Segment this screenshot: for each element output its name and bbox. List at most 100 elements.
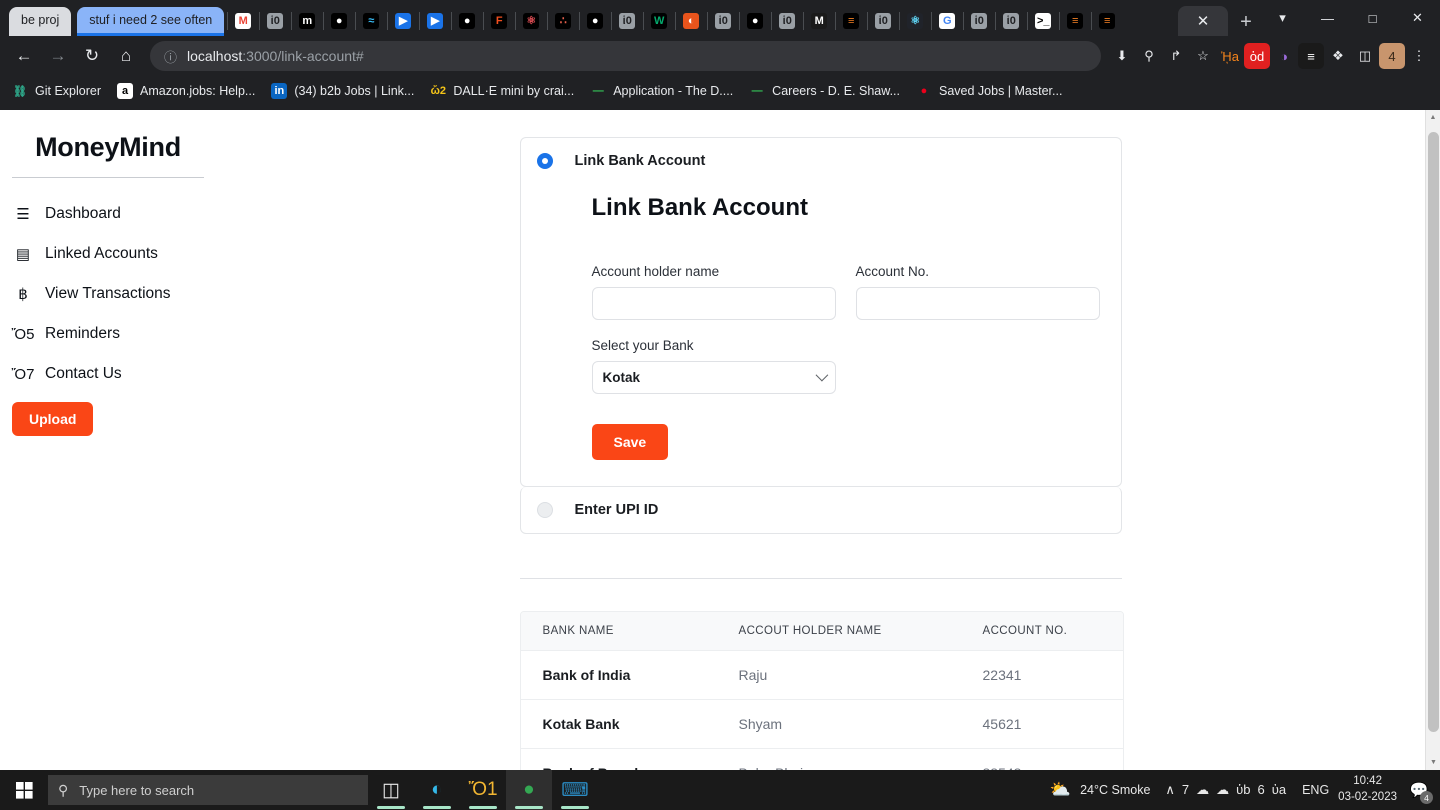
bookmark-item[interactable]: a Amazon.jobs: Help...	[117, 83, 255, 99]
honey-extension-icon[interactable]: ὁd	[1244, 43, 1270, 69]
tab-search-chevron-icon[interactable]: ▾	[1260, 2, 1305, 34]
browser-tab[interactable]: ●	[323, 6, 355, 36]
vscode-icon[interactable]: ⌨	[552, 770, 598, 810]
sidebar-item-label: Linked Accounts	[45, 245, 158, 263]
browser-tab[interactable]: ▶	[387, 6, 419, 36]
browser-tab[interactable]: ⚛	[515, 6, 547, 36]
grammar-extension-icon[interactable]: ◑	[1271, 43, 1297, 69]
home-button[interactable]: ⌂	[110, 40, 142, 72]
browser-tab[interactable]: ▶	[419, 6, 451, 36]
browser-tab[interactable]: m	[291, 6, 323, 36]
bookmark-item[interactable]: in (34) b2b Jobs | Link...	[271, 83, 414, 99]
reload-button[interactable]: ↻	[76, 40, 108, 72]
browser-tab[interactable]: ∴	[547, 6, 579, 36]
cloud-sync-icon[interactable]: ☁	[1216, 782, 1229, 798]
browser-tab[interactable]: ἱ0	[867, 6, 899, 36]
browser-tab[interactable]: ≡	[1059, 6, 1091, 36]
browser-tab[interactable]: ●	[451, 6, 483, 36]
bookmark-item[interactable]: ὤ2 DALL·E mini by crai...	[430, 83, 574, 99]
window-close-button[interactable]: ✕	[1395, 2, 1440, 34]
volume-icon[interactable]: ὐa	[1272, 782, 1286, 797]
reader-extension-icon[interactable]: ≡	[1298, 43, 1324, 69]
radio-link-bank-account[interactable]	[537, 153, 553, 169]
browser-tab[interactable]: ≈	[355, 6, 387, 36]
upi-accordion-header[interactable]: Enter UPI ID	[521, 487, 1121, 533]
browser-tab[interactable]: ἱ0	[963, 6, 995, 36]
battery-icon[interactable]: ὐb	[1236, 782, 1250, 797]
browser-tab[interactable]: ἱ0	[771, 6, 803, 36]
chrome-icon[interactable]: ●	[506, 770, 552, 810]
taskbar-search[interactable]: ⚲ Type here to search	[48, 775, 368, 805]
browser-tab[interactable]: ●	[739, 6, 771, 36]
gmail-icon: M	[235, 13, 251, 29]
address-bar[interactable]: ⓘ localhost:3000/link-account#	[150, 41, 1101, 71]
install-icon[interactable]: ⬇	[1109, 43, 1135, 69]
browser-tab[interactable]: M	[227, 6, 259, 36]
browser-tab[interactable]: ἱ0	[611, 6, 643, 36]
weather-text[interactable]: 24°C Smoke	[1080, 783, 1150, 797]
browser-tab[interactable]: >_	[1027, 6, 1059, 36]
sidebar-item-reminders[interactable]: Ὄ5 Reminders	[0, 314, 216, 354]
bookmark-star-icon[interactable]: ☆	[1190, 43, 1216, 69]
scroll-up-arrow-icon[interactable]: ▲	[1426, 110, 1440, 125]
account-holder-name-input[interactable]	[592, 287, 836, 320]
wifi-icon[interactable]: ὏6	[1258, 782, 1265, 797]
close-icon[interactable]: ✕	[1197, 12, 1210, 30]
browser-tab[interactable]: ◐	[675, 6, 707, 36]
new-tab-button[interactable]: +	[1232, 8, 1260, 36]
minimize-button[interactable]: —	[1305, 2, 1350, 34]
radio-enter-upi-id[interactable]	[537, 502, 553, 518]
task-view-icon[interactable]: ◫	[368, 770, 414, 810]
page-scrollbar[interactable]: ▲ ▼	[1425, 110, 1440, 770]
extensions-puzzle-icon[interactable]: ❖	[1325, 43, 1351, 69]
metamask-extension-icon[interactable]: ᾘa	[1217, 43, 1243, 69]
active-tab[interactable]: ✕	[1178, 6, 1228, 36]
camera-icon[interactable]: ὏7	[1182, 782, 1189, 797]
scrollbar-thumb[interactable]	[1428, 132, 1439, 732]
sidebar-item-linked-accounts[interactable]: ▤ Linked Accounts	[0, 234, 216, 274]
browser-tab[interactable]: ἱ0	[995, 6, 1027, 36]
account-no-input[interactable]	[856, 287, 1100, 320]
zoom-search-icon[interactable]: ⚲	[1136, 43, 1162, 69]
bank-select[interactable]: Kotak	[592, 361, 836, 394]
bookmark-item[interactable]: — Careers - D. E. Shaw...	[749, 83, 900, 99]
file-explorer-icon[interactable]: Ὄ1	[460, 770, 506, 810]
upload-button[interactable]: Upload	[12, 402, 93, 436]
browser-tab[interactable]: ἱ0	[707, 6, 739, 36]
share-icon[interactable]: ↱	[1163, 43, 1189, 69]
tab-group-stuff[interactable]: stuf i need 2 see often	[77, 7, 224, 33]
bookmark-item[interactable]: ● Saved Jobs | Master...	[916, 83, 1062, 99]
language-indicator[interactable]: ENG	[1302, 783, 1329, 797]
site-info-icon[interactable]: ⓘ	[164, 47, 177, 66]
side-panel-icon[interactable]: ◫	[1352, 43, 1378, 69]
browser-tab[interactable]: ●	[579, 6, 611, 36]
browser-tab[interactable]: W	[643, 6, 675, 36]
edge-icon[interactable]: ◐	[414, 770, 460, 810]
onedrive-icon[interactable]: ☁	[1196, 782, 1209, 798]
browser-tab[interactable]: G	[931, 6, 963, 36]
back-button[interactable]: ←	[8, 40, 40, 72]
show-hidden-icons[interactable]: ∧	[1165, 782, 1175, 798]
browser-tab[interactable]: ≡	[835, 6, 867, 36]
sidebar-item-dashboard[interactable]: ☰ Dashboard	[0, 194, 216, 234]
browser-tab[interactable]: M	[803, 6, 835, 36]
notification-center-button[interactable]: 💬 4	[1406, 777, 1432, 803]
maximize-button[interactable]: □	[1350, 2, 1395, 34]
forward-button[interactable]: →	[42, 40, 74, 72]
profile-avatar[interactable]: ὆4	[1379, 43, 1405, 69]
start-button[interactable]	[0, 770, 48, 810]
save-button[interactable]: Save	[592, 424, 669, 460]
sidebar-item-view-transactions[interactable]: ฿ View Transactions	[0, 274, 216, 314]
browser-tab[interactable]: ⚛	[899, 6, 931, 36]
link-bank-accordion-header[interactable]: Link Bank Account	[521, 138, 1121, 184]
browser-tab[interactable]: ≡	[1091, 6, 1123, 36]
sidebar-item-contact-us[interactable]: Ὄ7 Contact Us	[0, 354, 216, 394]
browser-tab[interactable]: F	[483, 6, 515, 36]
scroll-down-arrow-icon[interactable]: ▼	[1426, 755, 1440, 770]
taskbar-clock[interactable]: 10:42 03-02-2023	[1338, 774, 1397, 805]
browser-tab[interactable]: ἱ0	[259, 6, 291, 36]
bookmark-item[interactable]: — Application - The D....	[590, 83, 733, 99]
bookmark-item[interactable]: ⛓ Git Explorer	[12, 83, 101, 99]
tab-group-be-proj[interactable]: be proj	[9, 7, 71, 33]
more-menu-icon[interactable]: ⋮	[1406, 43, 1432, 69]
